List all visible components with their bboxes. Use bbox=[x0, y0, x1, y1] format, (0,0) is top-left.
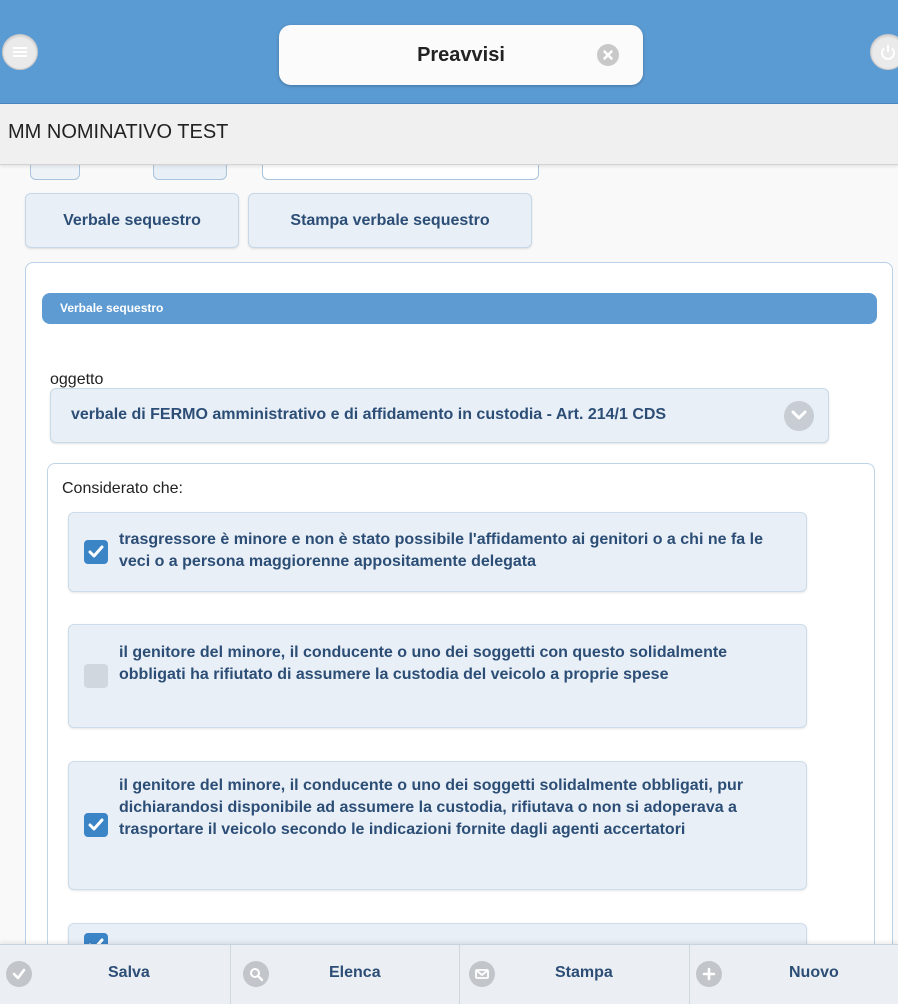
chevron-down-icon bbox=[784, 401, 814, 431]
condition-checkbox-2[interactable]: il genitore del minore, il conducente o … bbox=[68, 624, 807, 728]
user-bar: MM NOMINATIVO TEST bbox=[0, 104, 898, 165]
save-label: Salva bbox=[108, 964, 150, 981]
list-label: Elenca bbox=[329, 964, 381, 981]
new-button[interactable]: Nuovo bbox=[690, 945, 898, 1004]
oggetto-select[interactable]: verbale di FERMO amministrativo e di aff… bbox=[50, 388, 829, 443]
print-label: Stampa bbox=[555, 964, 613, 981]
user-name: MM NOMINATIVO TEST bbox=[8, 121, 229, 143]
power-icon[interactable] bbox=[870, 34, 898, 70]
title-search-box[interactable]: Preavvisi bbox=[279, 25, 643, 85]
checkbox-checked-icon[interactable] bbox=[84, 540, 108, 564]
check-icon bbox=[6, 961, 32, 987]
condition-text: trasgressore è minore e non è stato poss… bbox=[119, 531, 763, 570]
search-icon bbox=[243, 961, 269, 987]
new-label: Nuovo bbox=[789, 964, 839, 981]
oggetto-label: oggetto bbox=[50, 371, 104, 388]
checkbox-checked-icon[interactable] bbox=[84, 813, 108, 837]
panel-header-title: Verbale sequestro bbox=[60, 301, 164, 315]
list-button[interactable]: Elenca bbox=[231, 945, 460, 1004]
tab-stampa-verbale-sequestro[interactable]: Stampa verbale sequestro bbox=[248, 193, 532, 248]
top-header: Preavvisi bbox=[0, 0, 898, 104]
print-button[interactable]: Stampa bbox=[460, 945, 690, 1004]
oggetto-value: verbale di FERMO amministrativo e di aff… bbox=[71, 406, 667, 423]
save-button[interactable]: Salva bbox=[0, 945, 231, 1004]
tab-label: Stampa verbale sequestro bbox=[290, 211, 490, 229]
page-title: Preavvisi bbox=[417, 44, 505, 66]
condition-text: il genitore del minore, il conducente o … bbox=[119, 777, 744, 838]
tab-label: Verbale sequestro bbox=[63, 211, 201, 229]
condition-checkbox-1[interactable]: trasgressore è minore e non è stato poss… bbox=[68, 512, 807, 592]
panel-header: Verbale sequestro bbox=[42, 293, 877, 324]
clear-icon[interactable] bbox=[597, 44, 619, 66]
mail-icon bbox=[469, 961, 495, 987]
menu-icon[interactable] bbox=[2, 34, 38, 70]
considerato-label: Considerato che: bbox=[62, 480, 183, 497]
condition-checkbox-3[interactable]: il genitore del minore, il conducente o … bbox=[68, 761, 807, 890]
checkbox-unchecked-icon[interactable] bbox=[84, 664, 108, 688]
bottom-toolbar: Salva Elenca Stampa Nuovo bbox=[0, 944, 898, 1004]
condition-text: il genitore del minore, il conducente o … bbox=[119, 644, 728, 683]
tab-verbale-sequestro[interactable]: Verbale sequestro bbox=[25, 193, 239, 248]
plus-icon bbox=[696, 961, 722, 987]
